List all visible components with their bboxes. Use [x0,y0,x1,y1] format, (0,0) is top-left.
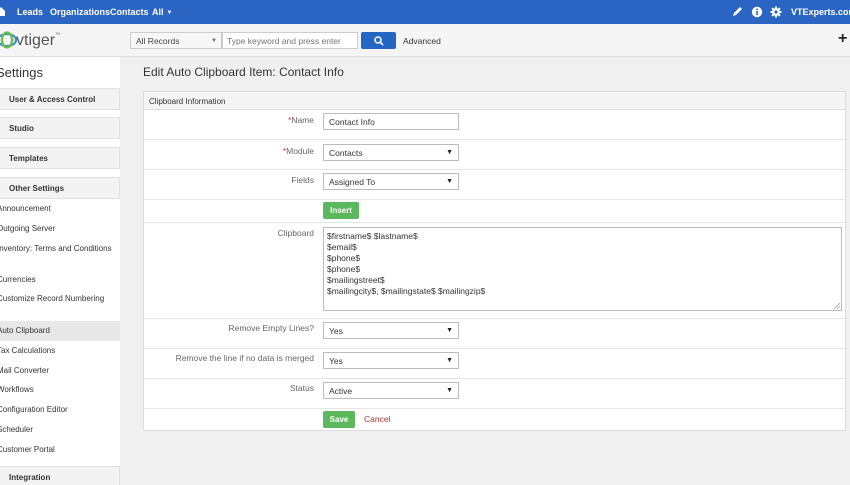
nav-organizations[interactable]: Organizations [50,7,110,17]
site-link[interactable]: VTExperts.com [791,7,850,17]
pencil-icon[interactable] [731,6,743,18]
chevron-down-icon: ▼ [166,10,173,16]
status-select[interactable]: Active ▼ [323,382,459,399]
logo-tm: ™ [55,32,61,38]
plus-icon[interactable]: + [838,31,847,47]
sidebar-item-workflows[interactable]: Workflows [0,385,120,395]
info-icon[interactable] [751,6,763,18]
module-row: *Module Contacts ▼ [144,140,845,170]
panel-title: Clipboard Information [149,97,226,106]
sidebar-item-outgoing-server[interactable]: Outgoing Server [0,224,120,234]
sidebar-item-auto-clipboard[interactable]: Auto Clipboard [0,321,120,341]
name-row: *Name Contact Info [144,110,845,140]
chevron-down-icon: ▼ [446,327,453,334]
chevron-down-icon: ▼ [446,178,453,185]
sidebar-divider [120,57,130,485]
save-button[interactable]: Save [323,411,355,428]
resize-grip-icon[interactable] [834,303,840,309]
status-row: Status Active ▼ [144,379,845,409]
remove-empty-row: Remove Empty Lines? Yes ▼ [144,319,845,349]
name-input[interactable]: Contact Info [323,113,459,130]
cancel-link[interactable]: Cancel [364,414,390,424]
top-navbar: Leads Organizations Contacts All ▼ VTExpe… [0,0,850,24]
status-value: Active [329,386,353,396]
logo-text: vtiger™ [16,32,60,50]
clipboard-panel: Clipboard Information *Name Contact Info… [143,91,846,431]
fields-label: Fields [291,175,314,185]
sidebar-block-other-settings[interactable]: Other Settings [0,177,120,199]
chevron-down-icon: ▼ [446,357,453,364]
fields-select[interactable]: Assigned To ▼ [323,173,459,190]
sidebar-item-record-numbering[interactable]: Customize Record Numbering [0,294,120,304]
sidebar-item-terms-conditions[interactable]: Inventory: Terms and Conditions [0,244,120,254]
sidebar-item-announcement[interactable]: Announcement [0,204,120,214]
sidebar-block-label: Templates [9,154,48,163]
nav-all-label: All [152,7,164,17]
sidebar-block-integration[interactable]: Integration [0,466,120,485]
search-button[interactable] [361,32,396,49]
insert-button[interactable]: Insert [323,202,359,219]
remove-empty-label: Remove Empty Lines? [228,323,314,333]
remove-empty-select[interactable]: Yes ▼ [323,322,459,339]
nav-all[interactable]: All ▼ [152,7,172,17]
nav-contacts[interactable]: Contacts [110,7,149,17]
chevron-down-icon: ▼ [446,149,453,156]
fields-select-value: Assigned To [329,177,376,187]
clipboard-row: Clipboard $firstname$ $lastname$ $email$… [144,223,845,319]
sidebar-block-user-access[interactable]: User & Access Control [0,88,120,110]
chevron-down-icon: ▼ [446,387,453,394]
module-select[interactable]: Contacts ▼ [323,144,459,161]
fields-row: Fields Assigned To ▼ [144,170,845,200]
clipboard-text: $firstname$ $lastname$ $email$ $phone$ $… [327,231,486,296]
remove-empty-value: Yes [329,326,343,336]
page-title: Edit Auto Clipboard Item: Contact Info [143,65,344,79]
module-label-text: Module [286,146,314,156]
home-icon[interactable] [0,6,5,16]
remove-line-value: Yes [329,356,343,366]
sidebar-block-label: Studio [9,124,34,133]
search-bar: vtiger™ All Records ▼ Advanced + [0,24,850,57]
gear-icon[interactable] [770,6,782,18]
sidebar-block-templates[interactable]: Templates [0,147,120,169]
sidebar-title: Settings [0,65,43,80]
records-select-value: All Records [136,36,180,46]
sidebar-item-customer-portal[interactable]: Customer Portal [0,445,120,455]
remove-line-select[interactable]: Yes ▼ [323,352,459,369]
module-label: *Module [283,146,314,156]
name-label: *Name [288,115,314,125]
sidebar-item-tax-calculations[interactable]: Tax Calculations [0,346,120,356]
name-input-value: Contact Info [329,117,375,127]
sidebar-block-studio[interactable]: Studio [0,117,120,139]
records-select[interactable]: All Records ▼ [130,32,222,49]
nav-leads[interactable]: Leads [17,7,43,17]
sidebar-block-label: Other Settings [9,184,65,193]
search-input[interactable] [222,32,358,49]
logo-name: vtiger [16,32,56,49]
remove-line-label: Remove the line if no data is merged [175,353,314,363]
sidebar-item-configuration-editor[interactable]: Configuration Editor [0,405,120,415]
sidebar-item-mail-converter[interactable]: Mail Converter [0,366,120,376]
clipboard-label: Clipboard [277,228,314,238]
sidebar-item-currencies[interactable]: Currencies [0,275,120,285]
sidebar-block-label: User & Access Control [9,95,96,104]
vtiger-logo[interactable]: vtiger™ [0,29,76,51]
clipboard-textarea[interactable]: $firstname$ $lastname$ $email$ $phone$ $… [323,227,842,311]
sidebar-block-label: Integration [9,473,51,482]
settings-sidebar: Settings User & Access Control Studio Te… [0,57,120,485]
remove-line-row: Remove the line if no data is merged Yes… [144,349,845,379]
module-select-value: Contacts [329,148,363,158]
insert-row: Insert [144,200,845,223]
advanced-search-link[interactable]: Advanced [403,36,441,46]
chevron-down-icon: ▼ [211,38,217,44]
name-label-text: Name [291,115,314,125]
sidebar-item-scheduler[interactable]: Scheduler [0,425,120,435]
status-label: Status [289,383,314,393]
search-icon [374,36,384,46]
panel-header: Clipboard Information [144,92,845,110]
